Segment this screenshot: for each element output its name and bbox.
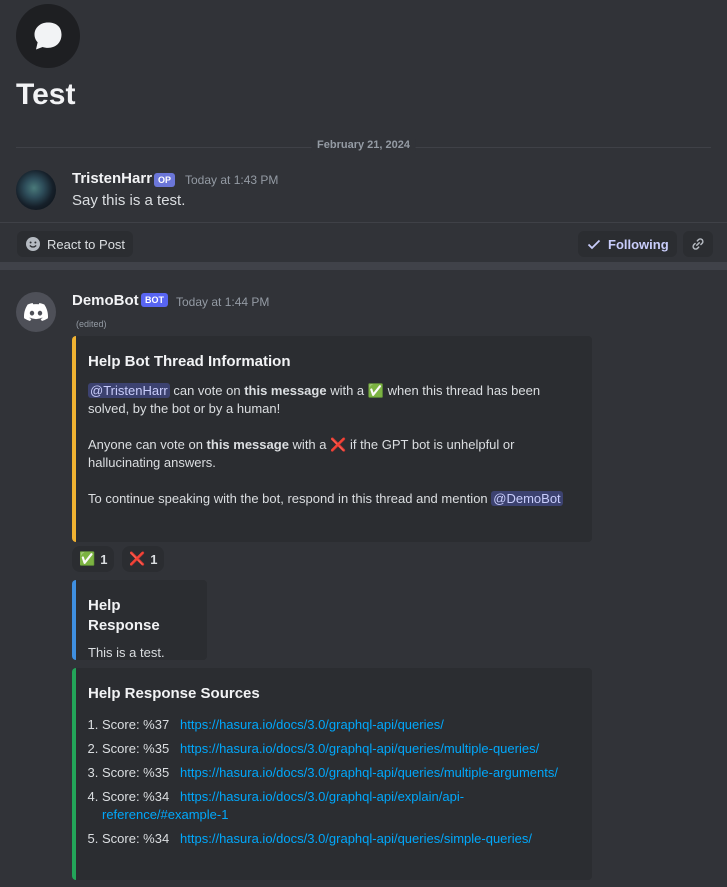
op-badge: OP: [154, 173, 176, 187]
bot-badge: BOT: [141, 293, 168, 307]
reaction-count: 1: [150, 551, 158, 567]
embed-paragraph: To continue speaking with the bot, respo…: [88, 490, 576, 508]
date-divider-label: February 21, 2024: [311, 139, 416, 151]
source-score: Score: %35: [102, 765, 170, 780]
help-response-embed: Help Response This is a test.: [72, 580, 207, 660]
thread-separator: [0, 262, 727, 270]
embed-bold-text: this message: [206, 437, 289, 452]
source-link[interactable]: https://hasura.io/docs/3.0/graphql-api/q…: [180, 717, 444, 732]
reaction-count: 1: [100, 551, 108, 567]
source-link[interactable]: https://hasura.io/docs/3.0/graphql-api/q…: [180, 831, 532, 846]
embed-bold-text: this message: [244, 383, 327, 398]
react-to-post-button[interactable]: React to Post: [17, 231, 134, 257]
react-to-post-label: React to Post: [47, 236, 126, 252]
list-item: Score: %35 https://hasura.io/docs/3.0/gr…: [102, 740, 576, 758]
link-icon: [692, 238, 704, 250]
embed-text: can vote on: [173, 383, 241, 398]
sources-list: Score: %37 https://hasura.io/docs/3.0/gr…: [88, 716, 576, 848]
list-item: Score: %35 https://hasura.io/docs/3.0/gr…: [102, 764, 576, 782]
reaction-cross[interactable]: ❌ 1: [122, 546, 165, 572]
source-link[interactable]: https://hasura.io/docs/3.0/graphql-api/q…: [180, 741, 539, 756]
source-score: Score: %34: [102, 789, 170, 804]
post-action-bar: React to Post Following: [0, 222, 727, 263]
embed-paragraph: Anyone can vote on this message with a ❌…: [88, 436, 576, 472]
embed-text: with a: [292, 437, 327, 452]
post-title: Test: [16, 78, 76, 111]
check-icon: [587, 239, 601, 250]
message-timestamp[interactable]: Today at 1:43 PM: [185, 173, 278, 187]
source-score: Score: %37: [102, 717, 170, 732]
author-name[interactable]: TristenHarr: [72, 170, 152, 187]
forum-channel-icon: [16, 4, 80, 68]
date-divider: February 21, 2024: [16, 139, 711, 151]
embed-title: Help Response: [88, 597, 160, 634]
embed-text: To continue speaking with the bot, respo…: [88, 491, 488, 506]
bot-mention[interactable]: @DemoBot: [491, 491, 563, 506]
list-item: Score: %34 https://hasura.io/docs/3.0/gr…: [102, 830, 576, 848]
smile-icon: [26, 237, 40, 251]
reaction-check[interactable]: ✅ 1: [72, 546, 115, 572]
source-score: Score: %34: [102, 831, 170, 846]
avatar[interactable]: [16, 292, 56, 332]
thread-info-embed: Help Bot Thread Information @TristenHarr…: [72, 336, 592, 542]
embed-text: Anyone can vote on: [88, 437, 203, 452]
source-link[interactable]: https://hasura.io/docs/3.0/graphql-api/q…: [180, 765, 558, 780]
help-sources-embed: Help Response Sources Score: %37 https:/…: [72, 668, 592, 880]
embed-title: Help Bot Thread Information: [88, 353, 291, 370]
cross-emoji-icon: ❌: [129, 551, 146, 566]
chat-bubble-icon: [34, 22, 62, 50]
avatar[interactable]: [16, 170, 56, 210]
check-emoji-icon: ✅: [79, 551, 96, 566]
check-emoji-icon: ✅: [367, 383, 384, 398]
message-text: Say this is a test.: [72, 192, 186, 209]
discord-logo-icon: [24, 303, 48, 321]
embed-text: with a: [330, 383, 365, 398]
following-label: Following: [608, 236, 669, 252]
following-button[interactable]: Following: [578, 231, 677, 257]
embed-paragraph: @TristenHarr can vote on this message wi…: [88, 382, 576, 418]
user-mention[interactable]: @TristenHarr: [88, 383, 170, 398]
source-score: Score: %35: [102, 741, 170, 756]
edited-indicator: (edited): [76, 319, 107, 329]
list-item: Score: %34 https://hasura.io/docs/3.0/gr…: [102, 788, 576, 824]
embed-title: Help Response Sources: [88, 685, 260, 702]
list-item: Score: %37 https://hasura.io/docs/3.0/gr…: [102, 716, 576, 734]
cross-emoji-icon: ❌: [330, 437, 347, 452]
message-timestamp[interactable]: Today at 1:44 PM: [176, 295, 269, 309]
embed-text: This is a test.: [88, 645, 165, 660]
author-name[interactable]: DemoBot: [72, 292, 139, 309]
copy-link-button[interactable]: [683, 231, 713, 257]
